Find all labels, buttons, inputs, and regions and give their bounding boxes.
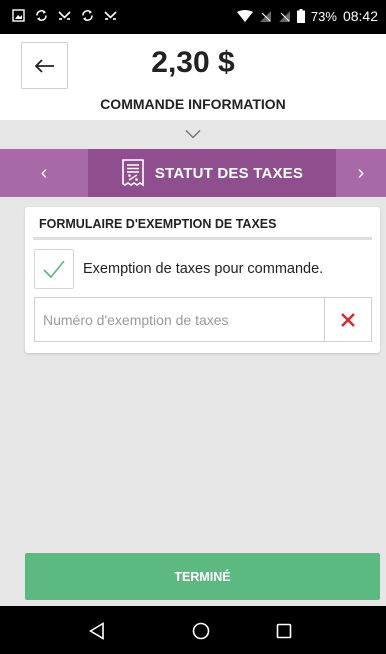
missed-call-icon-2 xyxy=(104,11,117,20)
image-notification-icon xyxy=(12,9,25,22)
sync-notification-icon-2 xyxy=(82,10,93,21)
section-nav: ‹ STATUT DES TAXES › xyxy=(0,149,386,197)
system-navigation-bar xyxy=(0,606,386,654)
status-system: 73% 08:42 xyxy=(236,8,378,24)
status-notifications xyxy=(12,9,117,22)
form-title: FORMULAIRE D'EXEMPTION DE TAXES xyxy=(39,217,277,231)
nav-prev-button[interactable]: ‹ xyxy=(0,149,88,197)
wifi-icon xyxy=(236,9,253,22)
circle-home-icon xyxy=(192,622,210,640)
close-icon xyxy=(341,312,355,327)
collapse-toggle[interactable] xyxy=(0,120,386,148)
signal-icon xyxy=(259,10,271,22)
clear-button[interactable] xyxy=(324,298,371,341)
sync-notification-icon xyxy=(36,10,47,21)
battery-percent: 73% xyxy=(310,8,337,24)
square-recents-icon xyxy=(276,623,292,639)
order-header: 2,30 $ COMMANDE INFORMATION xyxy=(0,34,386,120)
battery-icon xyxy=(296,9,305,23)
done-button[interactable]: TERMINÉ xyxy=(25,553,380,600)
status-bar: 73% 08:42 xyxy=(0,0,386,34)
missed-call-icon xyxy=(58,11,71,20)
exemption-number-input[interactable] xyxy=(35,298,324,341)
divider xyxy=(33,237,372,240)
tax-exemption-checkbox[interactable] xyxy=(34,249,74,289)
tax-exemption-checkbox-row[interactable]: Exemption de taxes pour commande. xyxy=(34,247,374,291)
section-title: STATUT DES TAXES xyxy=(88,149,336,197)
exemption-number-field-row xyxy=(34,297,372,342)
system-back-button[interactable] xyxy=(86,620,108,642)
page-subtitle: COMMANDE INFORMATION xyxy=(100,96,286,112)
nav-next-button[interactable]: › xyxy=(336,149,386,197)
clock: 08:42 xyxy=(342,8,378,24)
section-title-label: STATUT DES TAXES xyxy=(154,164,304,182)
tax-exemption-checkbox-label: Exemption de taxes pour commande. xyxy=(83,261,324,277)
system-home-button[interactable] xyxy=(190,620,212,642)
checkmark-icon xyxy=(43,260,65,279)
tax-exemption-form: FORMULAIRE D'EXEMPTION DE TAXES Exemptio… xyxy=(25,207,380,353)
order-amount: 2,30 $ xyxy=(151,46,235,79)
triangle-back-icon xyxy=(89,622,104,640)
signal-icon-2 xyxy=(278,10,290,22)
chevron-down-icon xyxy=(185,129,201,139)
tax-receipt-icon xyxy=(122,159,144,187)
system-recents-button[interactable] xyxy=(273,620,295,642)
